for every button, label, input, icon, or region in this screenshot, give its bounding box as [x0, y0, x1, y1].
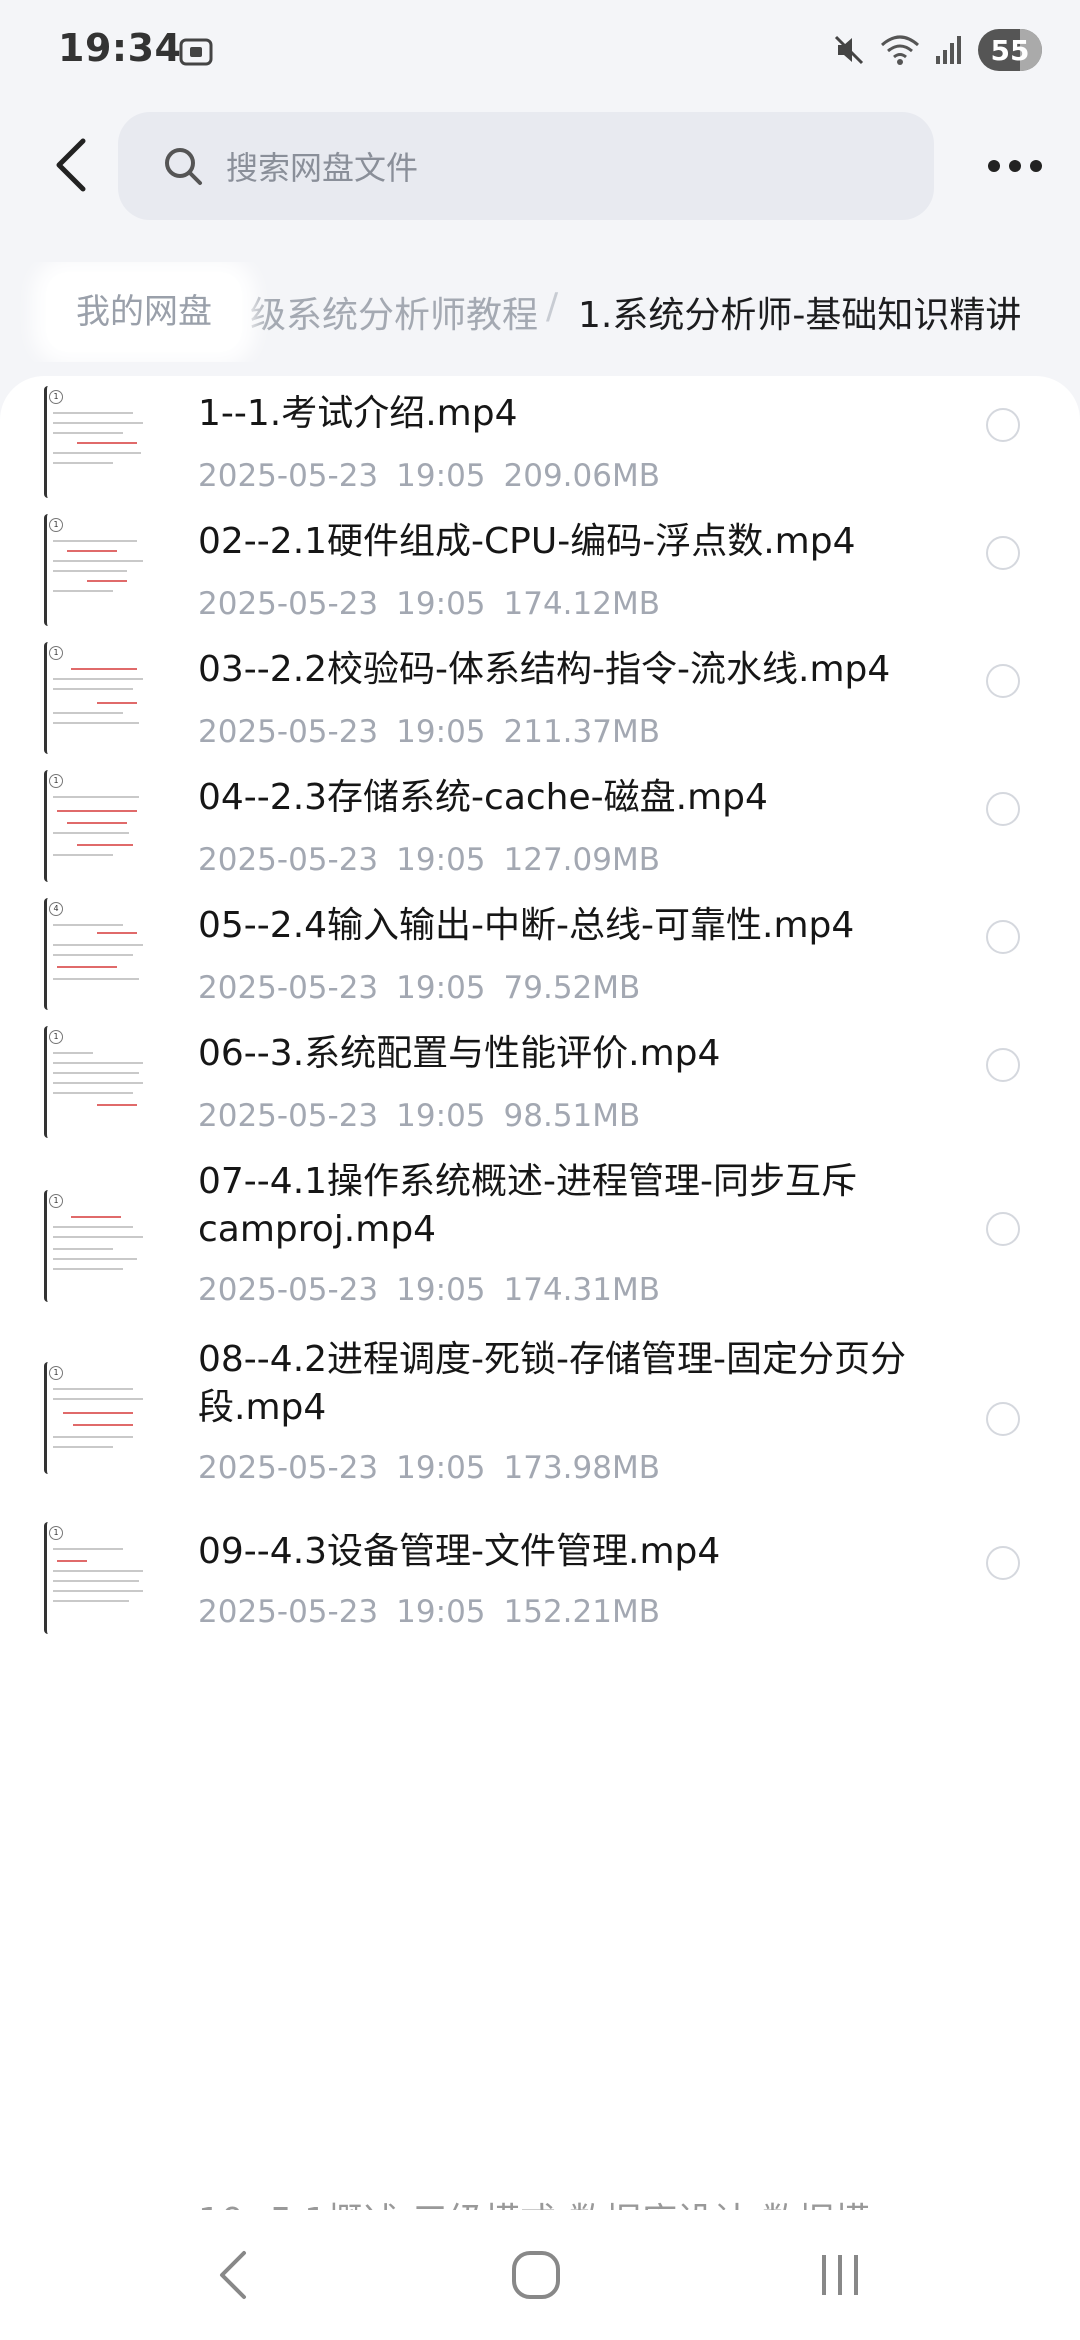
video-thumbnail: 1: [44, 386, 152, 498]
file-time: 19:05: [396, 1594, 486, 1630]
file-time: 19:05: [396, 714, 486, 750]
file-meta: 2025-05-23 19:05 152.21MB: [198, 1594, 678, 1630]
mute-icon: [834, 35, 864, 65]
status-time: 19:34: [58, 26, 182, 70]
file-date: 2025-05-23: [198, 458, 379, 494]
file-name: 09--4.3设备管理-文件管理.mp4: [198, 1531, 721, 1572]
select-checkbox[interactable]: [986, 1546, 1020, 1580]
video-thumbnail: 1: [44, 1026, 152, 1138]
file-date: 2025-05-23: [198, 1450, 379, 1486]
file-date: 2025-05-23: [198, 714, 379, 750]
file-time: 19:05: [396, 970, 486, 1006]
file-date: 2025-05-23: [198, 1272, 379, 1308]
file-time: 19:05: [396, 458, 486, 494]
battery-icon: 55: [978, 29, 1042, 71]
file-size: 211.37MB: [503, 714, 660, 750]
search-input[interactable]: 搜索网盘文件: [118, 112, 934, 220]
battery-level: 55: [990, 33, 1030, 67]
file-meta: 2025-05-23 19:05 173.98MB: [198, 1450, 678, 1486]
file-meta: 2025-05-23 19:05 211.37MB: [198, 714, 678, 750]
nav-back-icon[interactable]: [194, 2240, 274, 2310]
status-bar: 19:34 55: [0, 0, 1080, 100]
file-date: 2025-05-23: [198, 1098, 379, 1134]
back-arrow-icon: [56, 138, 86, 192]
file-meta: 2025-05-23 19:05 174.12MB: [198, 586, 678, 622]
select-checkbox[interactable]: [986, 664, 1020, 698]
file-time: 19:05: [396, 586, 486, 622]
select-checkbox[interactable]: [986, 920, 1020, 954]
select-checkbox[interactable]: [986, 1212, 1020, 1246]
screenshot-icon: [179, 38, 213, 66]
file-time: 19:05: [396, 1098, 486, 1134]
file-name: 05--2.4输入输出-中断-总线-可靠性.mp4: [198, 905, 855, 946]
file-meta: 2025-05-23 19:05 98.51MB: [198, 1098, 658, 1134]
back-button[interactable]: [36, 130, 106, 200]
file-name: 07--4.1操作系统概述-进程管理-同步互斥camproj.mp4: [198, 1161, 858, 1250]
file-size: 152.21MB: [503, 1594, 660, 1630]
file-size: 209.06MB: [503, 458, 660, 494]
select-checkbox[interactable]: [986, 536, 1020, 570]
file-name: 08--4.2进程调度-死锁-存储管理-固定分页分段.mp4: [198, 1339, 907, 1428]
file-date: 2025-05-23: [198, 586, 379, 622]
select-checkbox[interactable]: [986, 1048, 1020, 1082]
file-time: 19:05: [396, 1450, 486, 1486]
nav-recents-icon[interactable]: [800, 2240, 880, 2310]
file-list: 1 1--1.考试介绍.mp4 2025-05-23 19:05 209.06MB …: [0, 376, 1080, 2216]
breadcrumb-current: 1.系统分析师-基础知识精讲: [578, 295, 1022, 336]
select-checkbox[interactable]: [986, 408, 1020, 442]
file-size: 127.09MB: [503, 842, 660, 878]
file-time: 19:05: [396, 842, 486, 878]
file-date: 2025-05-23: [198, 970, 379, 1006]
search-icon: [165, 148, 202, 185]
select-checkbox[interactable]: [986, 1402, 1020, 1436]
breadcrumb-root[interactable]: 我的网盘: [46, 272, 242, 352]
file-name: 04--2.3存储系统-cache-磁盘.mp4: [198, 777, 768, 818]
navigation-bar: [0, 2210, 1080, 2340]
breadcrumb-parent[interactable]: 级系统分析师教程: [250, 286, 538, 338]
app-root: 19:34 55 搜索网盘文件 级系统分析师教程 我的网盘 / 1.系统分析师-…: [0, 0, 1080, 2340]
file-meta: 2025-05-23 19:05 174.31MB: [198, 1272, 678, 1308]
file-name: 03--2.2校验码-体系结构-指令-流水线.mp4: [198, 649, 891, 690]
more-dots-icon[interactable]: [980, 138, 1050, 194]
status-icons: 55: [832, 28, 1042, 72]
file-meta: 2025-05-23 19:05 127.09MB: [198, 842, 678, 878]
file-time: 19:05: [396, 1272, 486, 1308]
file-date: 2025-05-23: [198, 842, 379, 878]
video-thumbnail: 1: [44, 1190, 152, 1302]
file-date: 2025-05-23: [198, 1594, 379, 1630]
nav-home-icon[interactable]: [496, 2240, 576, 2310]
video-thumbnail: 1: [44, 1362, 152, 1474]
file-meta: 2025-05-23 19:05 209.06MB: [198, 458, 678, 494]
breadcrumb: 级系统分析师教程 我的网盘 / 1.系统分析师-基础知识精讲: [0, 262, 1080, 362]
file-name: 02--2.1硬件组成-CPU-编码-浮点数.mp4: [198, 521, 856, 562]
wifi-icon: [881, 35, 919, 65]
file-name: 06--3.系统配置与性能评价.mp4: [198, 1033, 721, 1074]
file-size: 174.12MB: [503, 586, 660, 622]
header: 搜索网盘文件: [0, 110, 1080, 220]
select-checkbox[interactable]: [986, 792, 1020, 826]
file-size: 79.52MB: [503, 970, 641, 1006]
breadcrumb-separator: /: [546, 286, 559, 327]
video-thumbnail: 4: [44, 898, 152, 1010]
search-placeholder: 搜索网盘文件: [226, 149, 419, 187]
video-thumbnail: 1: [44, 514, 152, 626]
video-thumbnail: 1: [44, 1522, 152, 1634]
file-size: 98.51MB: [503, 1098, 641, 1134]
file-size: 174.31MB: [503, 1272, 660, 1308]
file-name: 1--1.考试介绍.mp4: [198, 393, 518, 434]
video-thumbnail: 1: [44, 770, 152, 882]
file-meta: 2025-05-23 19:05 79.52MB: [198, 970, 658, 1006]
video-thumbnail: 1: [44, 642, 152, 754]
signal-icon: [936, 36, 961, 64]
file-size: 173.98MB: [503, 1450, 660, 1486]
